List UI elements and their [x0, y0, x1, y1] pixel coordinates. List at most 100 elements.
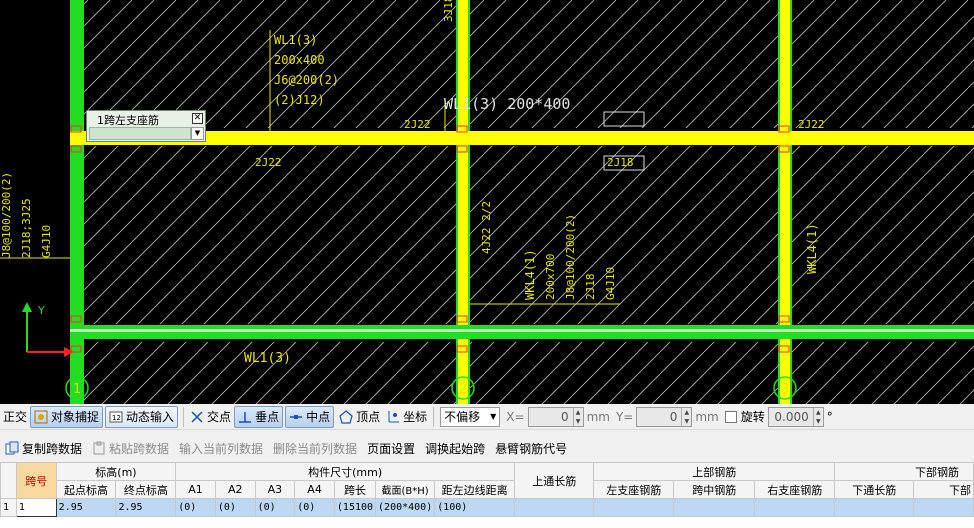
header-right-support[interactable]: 右支座钢筋 — [754, 480, 836, 499]
header-span-no[interactable]: 跨号 — [15, 462, 57, 499]
slab-region-8 — [470, 342, 778, 404]
cell-a4[interactable]: (0) — [294, 498, 335, 517]
header-a3[interactable]: A3 — [254, 480, 296, 499]
cell-distance[interactable]: (100) — [434, 498, 516, 517]
perpendicular-label: 垂点 — [255, 410, 280, 424]
header-bottom-rebar[interactable]: 下部钢筋 — [834, 462, 974, 481]
x-coordinate-input[interactable]: 0 ▲ ▼ — [527, 406, 584, 427]
cell-right-support[interactable] — [754, 498, 836, 517]
header-left-support[interactable]: 左支座钢筋 — [593, 480, 675, 499]
header-bottom-partial[interactable]: 下部 — [913, 480, 974, 499]
cell-a1[interactable]: (0) — [175, 498, 216, 517]
intersection-snap[interactable]: 交点 — [187, 406, 234, 428]
chevron-down-icon[interactable]: ▼ — [191, 127, 204, 140]
x-label: X= — [506, 409, 525, 424]
perpendicular-snap[interactable]: 垂点 — [234, 405, 284, 428]
cell-span-length[interactable]: (15100 — [333, 498, 377, 517]
header-elevation[interactable]: 标高(m) — [55, 462, 177, 481]
copy-span-button[interactable]: 复制跨数据 — [0, 440, 87, 457]
coordinate-label: 坐标 — [403, 410, 428, 424]
cell-left-support[interactable] — [593, 498, 675, 517]
cell-span-no[interactable]: 1 — [15, 498, 57, 517]
cell-a2[interactable]: (0) — [214, 498, 256, 517]
rotate-checkbox[interactable] — [724, 410, 737, 423]
wkl4-line1: WKL4(1) — [523, 249, 537, 300]
wkl4-line3: J8@100/200(2) — [564, 214, 577, 300]
cell-bottom-through[interactable] — [834, 498, 915, 517]
cell-bottom-partial[interactable] — [913, 498, 974, 517]
top-rebar-3: 2J22 — [798, 118, 825, 131]
y-unit: mm — [695, 409, 719, 424]
dynamic-input-icon: 12 — [109, 410, 123, 424]
input-column-button[interactable]: 输入当前列数据 — [174, 440, 268, 457]
cell-start-elev[interactable]: 2.95 — [55, 498, 117, 517]
cell-top-through[interactable] — [514, 498, 595, 517]
header-section[interactable]: 截面(B*H) — [375, 480, 436, 499]
left-block-line2: 2J18;3J25 — [20, 198, 33, 258]
orthogonal-toggle[interactable]: 正交 — [0, 406, 30, 428]
wl1-label-line4: (2)J12) — [274, 93, 325, 107]
x-unit: mm — [586, 409, 610, 424]
offset-mode-value: 不偏移 — [444, 410, 481, 424]
coordinate-snap[interactable]: 坐标 — [383, 406, 430, 428]
object-snap-button[interactable]: 对象捕捉 — [30, 405, 104, 428]
rebar-input-field[interactable] — [89, 127, 191, 140]
row-header-corner — [0, 462, 17, 499]
header-top-rebar[interactable]: 上部钢筋 — [593, 462, 836, 481]
header-mid-span[interactable]: 跨中钢筋 — [673, 480, 756, 499]
chevron-down-icon: ▼ — [490, 412, 497, 421]
wl1-label-line1: WL1(3) — [274, 33, 317, 47]
wkl4-line2: 200x700 — [544, 254, 557, 300]
drawing-surface[interactable]: WL1(3) 200x400 J6@200(2) (2)J12) 2J22 2J… — [0, 0, 974, 404]
beam-axis-2-highlight — [458, 0, 468, 404]
delete-column-button[interactable]: 删除当前列数据 — [268, 440, 362, 457]
degree-unit: ° — [826, 409, 833, 424]
midpoint-snap[interactable]: 中点 — [285, 405, 335, 428]
rebar-input-popup[interactable]: 1跨左支座筋 ✕ ▼ — [86, 110, 206, 142]
cell-mid-span[interactable] — [673, 498, 756, 517]
slab-region-4 — [84, 146, 456, 324]
rotate-label: 旋转 — [740, 410, 765, 424]
cell-a3[interactable]: (0) — [254, 498, 296, 517]
vertex-label: 顶点 — [356, 410, 381, 424]
table-row[interactable]: 1 1 2.95 2.95 (0) (0) (0) (0) (15100 (20… — [0, 498, 974, 517]
offset-mode-select[interactable]: 不偏移 ▼ — [440, 406, 501, 427]
header-start-elev[interactable]: 起点标高 — [55, 480, 117, 499]
close-icon[interactable]: ✕ — [192, 113, 203, 124]
rotate-toggle[interactable]: 旋转 — [722, 406, 768, 428]
header-a1[interactable]: A1 — [175, 480, 216, 499]
spin-arrows-icon[interactable]: ▲ ▼ — [572, 407, 583, 426]
header-end-elev[interactable]: 终点标高 — [115, 480, 177, 499]
cell-end-elev[interactable]: 2.95 — [115, 498, 177, 517]
header-top-through[interactable]: 上通长筋 — [514, 462, 595, 499]
cell-section[interactable]: (200*400) — [375, 498, 436, 517]
vertex-snap[interactable]: 顶点 — [336, 406, 383, 428]
spin-arrows-icon[interactable]: ▲ ▼ — [681, 407, 691, 426]
header-bottom-through[interactable]: 下通长筋 — [834, 480, 915, 499]
beam-axis-1[interactable] — [70, 0, 84, 404]
swap-start-span-button[interactable]: 调换起始跨 — [420, 440, 490, 457]
perpendicular-icon — [238, 410, 252, 424]
dynamic-input-button[interactable]: 12 动态输入 — [105, 405, 179, 428]
header-distance[interactable]: 距左边线距离 — [434, 480, 516, 499]
top-rebar-2: 2J22 — [255, 156, 282, 169]
y-coordinate-input[interactable]: 0 ▲ ▼ — [636, 406, 693, 427]
ucs-icon — [22, 302, 74, 357]
header-a2[interactable]: A2 — [214, 480, 256, 499]
paste-span-button[interactable]: 粘贴跨数据 — [87, 440, 174, 457]
header-a4[interactable]: A4 — [294, 480, 335, 499]
top-rebar-1: 2J22 — [404, 118, 431, 131]
wl1-label-line3: J6@200(2) — [274, 73, 339, 87]
rotate-angle-input[interactable]: 0.000 ▲ ▼ — [767, 406, 824, 427]
span-data-grid[interactable]: 跨号 标高(m) 构件尺寸(mm) 上通长筋 上部钢筋 下部钢筋 起点标高 终点… — [0, 462, 974, 528]
cantilever-code-button[interactable]: 悬臂钢筋代号 — [490, 440, 572, 457]
spin-arrows-icon[interactable]: ▲ ▼ — [812, 407, 823, 426]
header-member-size[interactable]: 构件尺寸(mm) — [175, 462, 516, 481]
midpoint-icon — [289, 410, 303, 424]
page-setup-button[interactable]: 页面设置 — [362, 440, 420, 457]
cad-canvas[interactable]: WL1(3) 200x400 J6@200(2) (2)J12) 2J22 2J… — [0, 0, 974, 404]
svg-text:12: 12 — [112, 414, 121, 422]
header-span-length[interactable]: 跨长 — [333, 480, 377, 499]
wl1-bottom-label: WL1(3) — [244, 351, 291, 366]
slab-region-3 — [792, 0, 974, 128]
